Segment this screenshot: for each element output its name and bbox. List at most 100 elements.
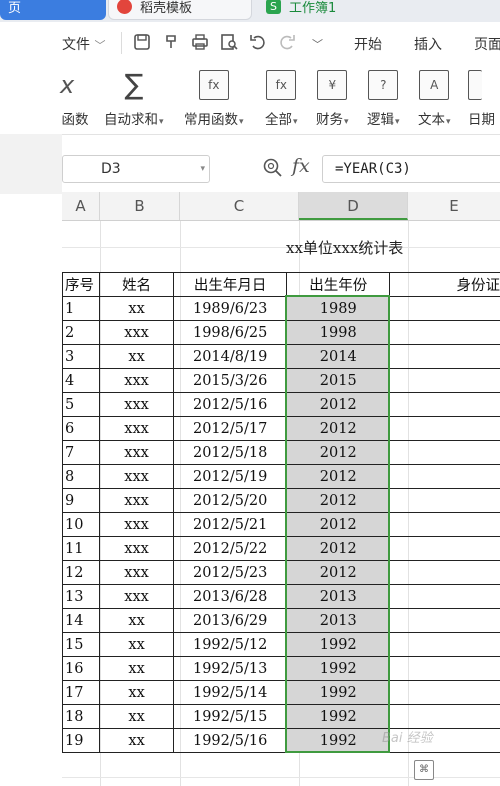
- cell-idcard[interactable]: [389, 416, 500, 441]
- cell-birthyear[interactable]: 2014: [286, 344, 391, 369]
- cell-seq[interactable]: 7: [61, 440, 101, 465]
- ribbon-text[interactable]: A 文本▾: [418, 70, 451, 128]
- cell-name[interactable]: xx: [99, 728, 174, 753]
- cell-seq[interactable]: 16: [61, 656, 101, 681]
- cell-idcard[interactable]: [389, 344, 500, 369]
- cell-idcard[interactable]: [389, 656, 500, 681]
- cell-idcard[interactable]: [389, 560, 500, 585]
- ribbon-insert-function[interactable]: x 函数: [60, 70, 90, 128]
- cell-seq[interactable]: 2: [61, 320, 101, 345]
- cell-birthyear[interactable]: 2013: [286, 608, 391, 633]
- cell-idcard[interactable]: [389, 488, 500, 513]
- cell-name[interactable]: xxx: [99, 488, 174, 513]
- cell-name[interactable]: xxx: [99, 368, 174, 393]
- cell-name[interactable]: xx: [99, 608, 174, 633]
- save-icon[interactable]: [132, 32, 152, 52]
- more-chevron-icon[interactable]: ﹀: [312, 36, 323, 52]
- cell-name[interactable]: xxx: [99, 392, 174, 417]
- cell-seq[interactable]: 6: [61, 416, 101, 441]
- menu-item-home[interactable]: 开始: [354, 34, 382, 54]
- cell-seq[interactable]: 4: [61, 368, 101, 393]
- header-cell-birthdate[interactable]: 出生年月日: [172, 272, 288, 297]
- cell-seq[interactable]: 3: [61, 344, 101, 369]
- cell-birthyear[interactable]: 2012: [286, 488, 391, 513]
- cell-birthyear[interactable]: 2012: [286, 536, 391, 561]
- cell-name[interactable]: xxx: [99, 464, 174, 489]
- cell-name[interactable]: xx: [99, 656, 174, 681]
- cell-idcard[interactable]: [389, 632, 500, 657]
- cell-birthdate[interactable]: 2013/6/28: [172, 584, 288, 609]
- file-menu[interactable]: 文件 ﹀: [62, 34, 105, 54]
- cell-birthdate[interactable]: 1992/5/16: [172, 728, 288, 753]
- cell-idcard[interactable]: [389, 368, 500, 393]
- cell-birthyear[interactable]: 1989: [286, 296, 391, 321]
- cell-name[interactable]: xx: [99, 296, 174, 321]
- cell-birthyear[interactable]: 1992: [286, 632, 391, 657]
- ribbon-date[interactable]: 日期: [468, 70, 495, 128]
- cell-birthyear[interactable]: 2012: [286, 416, 391, 441]
- cell-idcard[interactable]: [389, 704, 500, 729]
- cell-birthdate[interactable]: 1992/5/13: [172, 656, 288, 681]
- cell-idcard[interactable]: [389, 536, 500, 561]
- cell-birthdate[interactable]: 2012/5/21: [172, 512, 288, 537]
- cell-name[interactable]: xx: [99, 704, 174, 729]
- cell-seq[interactable]: 15: [61, 632, 101, 657]
- sheet-grid[interactable]: xx单位xxx统计表 序号 姓名 出生年月日 出生年份 身份证 1 xx 1989/…: [61, 221, 500, 786]
- cell-birthyear[interactable]: 1998: [286, 320, 391, 345]
- paste-options-icon[interactable]: ⌘: [414, 760, 434, 780]
- cell-seq[interactable]: 13: [61, 584, 101, 609]
- ribbon-logical[interactable]: ? 逻辑▾: [367, 70, 400, 128]
- redo-icon[interactable]: [277, 32, 297, 52]
- cell-name[interactable]: xxx: [99, 320, 174, 345]
- cell-idcard[interactable]: [389, 680, 500, 705]
- cell-birthdate[interactable]: 2013/6/29: [172, 608, 288, 633]
- cell-idcard[interactable]: [389, 392, 500, 417]
- cell-seq[interactable]: 11: [61, 536, 101, 561]
- format-painter-icon[interactable]: [162, 32, 182, 52]
- ribbon-all-functions[interactable]: fx 全部▾: [265, 70, 298, 128]
- insert-function-button[interactable]: fx: [292, 155, 310, 177]
- header-cell-name[interactable]: 姓名: [99, 272, 174, 297]
- cell-idcard[interactable]: [389, 296, 500, 321]
- menu-item-insert[interactable]: 插入: [414, 34, 442, 54]
- ribbon-autosum[interactable]: ∑ 自动求和▾: [104, 70, 164, 129]
- cell-birthdate[interactable]: 2014/8/19: [172, 344, 288, 369]
- cell-birthdate[interactable]: 2012/5/19: [172, 464, 288, 489]
- cell-name[interactable]: xx: [99, 344, 174, 369]
- cell-birthdate[interactable]: 2015/3/26: [172, 368, 288, 393]
- cell-idcard[interactable]: [389, 464, 500, 489]
- tab-workbook[interactable]: S 工作簿1: [258, 0, 368, 20]
- formula-input[interactable]: =YEAR(C3): [322, 155, 500, 183]
- cell-birthyear[interactable]: 1992: [286, 704, 391, 729]
- cell-idcard[interactable]: [389, 584, 500, 609]
- cell-birthdate[interactable]: 2012/5/18: [172, 440, 288, 465]
- cell-name[interactable]: xxx: [99, 440, 174, 465]
- column-header-c[interactable]: C: [180, 192, 299, 220]
- cell-seq[interactable]: 12: [61, 560, 101, 585]
- zoom-search-icon[interactable]: [262, 157, 284, 179]
- cell-birthyear[interactable]: 1992: [286, 656, 391, 681]
- ribbon-financial[interactable]: ¥ 财务▾: [316, 70, 349, 128]
- cell-name[interactable]: xxx: [99, 416, 174, 441]
- name-box[interactable]: D3 ▾: [62, 155, 210, 183]
- undo-icon[interactable]: [248, 32, 268, 52]
- cell-birthyear[interactable]: 2012: [286, 440, 391, 465]
- cell-birthdate[interactable]: 1989/6/23: [172, 296, 288, 321]
- cell-idcard[interactable]: [389, 320, 500, 345]
- cell-name[interactable]: xxx: [99, 584, 174, 609]
- cell-birthdate[interactable]: 2012/5/23: [172, 560, 288, 585]
- sheet-title[interactable]: xx单位xxx统计表: [286, 237, 403, 258]
- cell-birthdate[interactable]: 2012/5/22: [172, 536, 288, 561]
- column-header-d[interactable]: D: [299, 192, 408, 220]
- cell-birthdate[interactable]: 1992/5/15: [172, 704, 288, 729]
- cell-seq[interactable]: 19: [61, 728, 101, 753]
- cell-birthdate[interactable]: 1998/6/25: [172, 320, 288, 345]
- cell-name[interactable]: xxx: [99, 536, 174, 561]
- cell-seq[interactable]: 18: [61, 704, 101, 729]
- cell-birthyear[interactable]: 2012: [286, 560, 391, 585]
- column-header-e[interactable]: E: [408, 192, 500, 220]
- cell-seq[interactable]: 14: [61, 608, 101, 633]
- cell-birthdate[interactable]: 1992/5/12: [172, 632, 288, 657]
- cell-seq[interactable]: 17: [61, 680, 101, 705]
- header-cell-birthyear[interactable]: 出生年份: [286, 272, 391, 297]
